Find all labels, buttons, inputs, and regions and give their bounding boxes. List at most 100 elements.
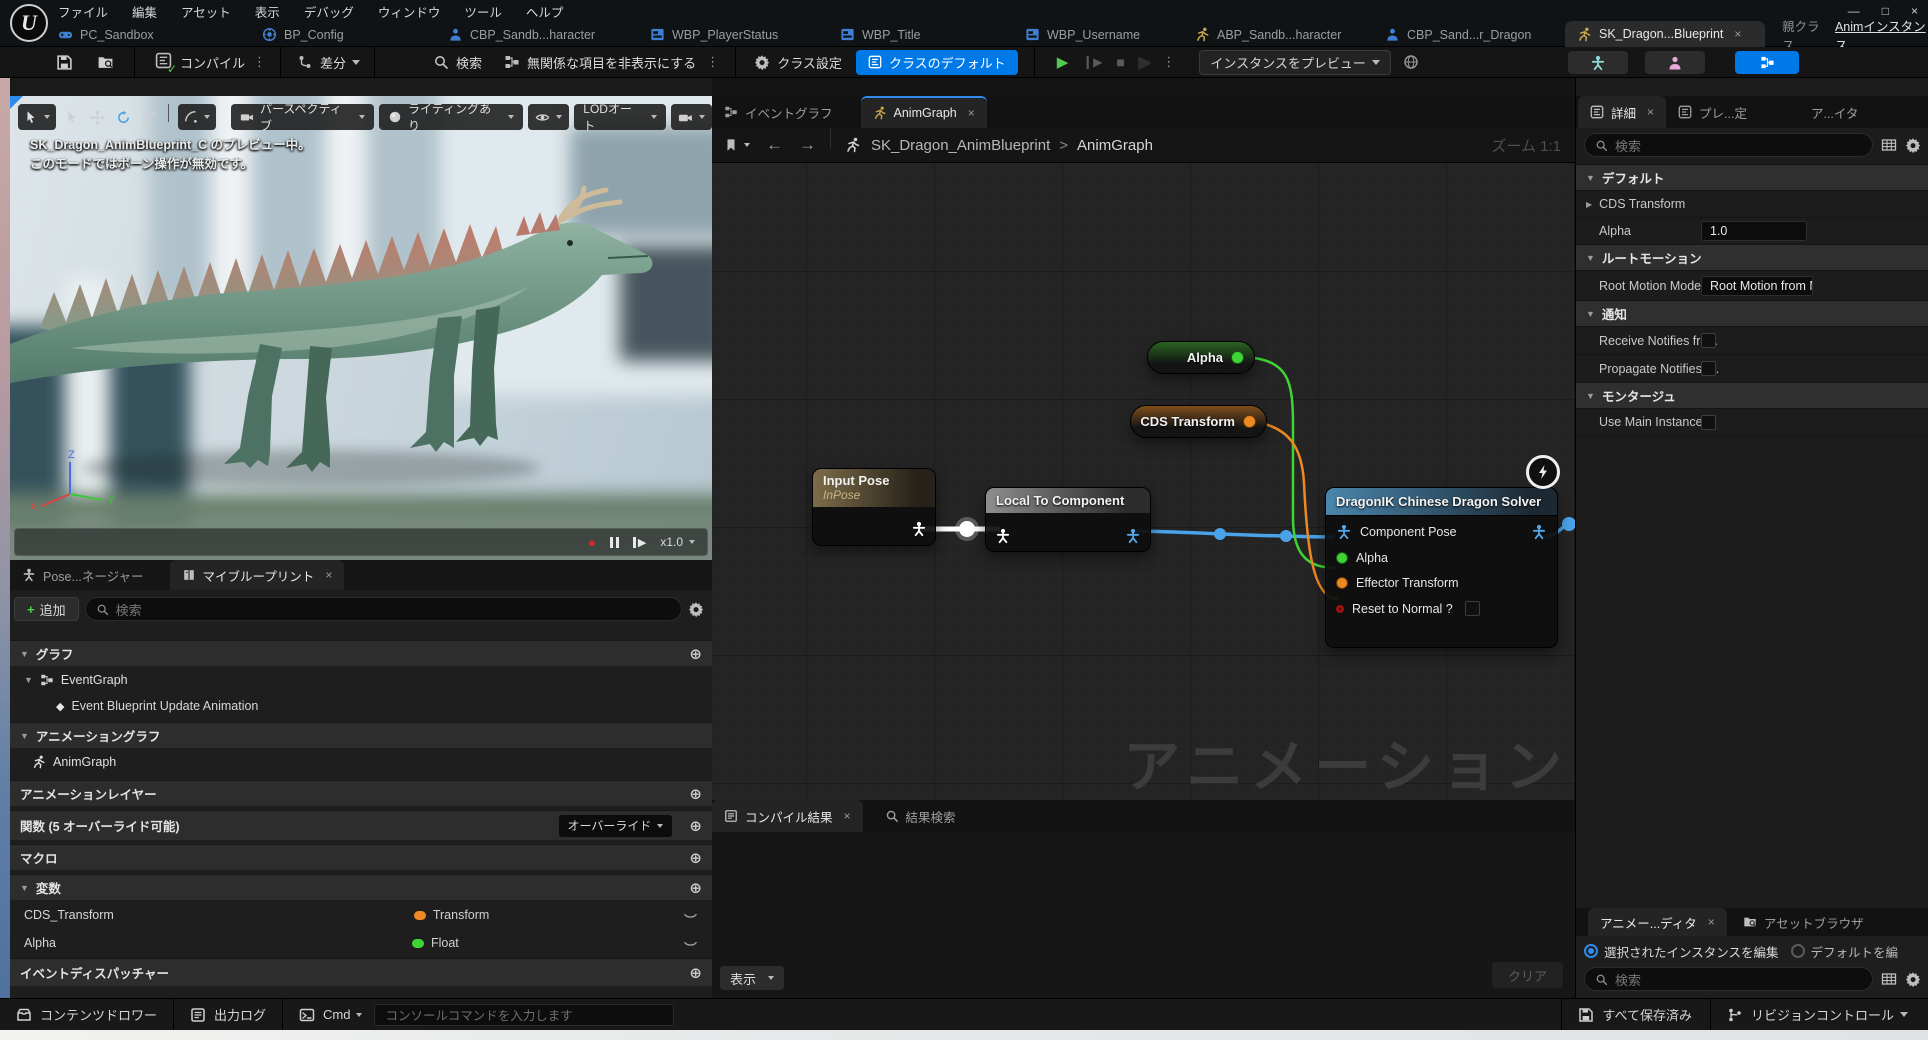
close-icon[interactable]: × [1734,27,1741,41]
bookmark-icon[interactable] [724,138,738,152]
asset-tab-wbp-title[interactable]: WBP_Title [840,22,921,47]
propagate-notifies-checkbox[interactable] [1701,361,1716,376]
section-animation-layers[interactable]: アニメーションレイヤー⊕ [10,780,712,806]
find-button[interactable]: 検索 [456,53,482,72]
asset-tab-wbp-username[interactable]: WBP_Username [1025,22,1140,47]
scale-tool-icon[interactable] [142,110,157,125]
node-input-pose[interactable]: Input Pose InPose [812,468,936,546]
tab-preview-settings[interactable]: プレ...定 [1666,96,1759,128]
close-icon[interactable]: × [968,106,975,120]
grid-view-icon[interactable] [1881,137,1897,153]
pin-alpha-in[interactable] [1336,552,1348,564]
record-button[interactable]: ● [588,535,596,550]
grid-view-icon[interactable] [1881,971,1897,987]
pin-component-pose-out[interactable] [1531,524,1547,540]
section-event-dispatchers[interactable]: イベントディスパッチャー⊕ [10,958,712,986]
breadcrumb[interactable]: SK_Dragon_AnimBlueprint > AnimGraph [871,137,1153,154]
class-defaults-button[interactable]: クラスのデフォルト [856,50,1018,75]
lod-dropdown[interactable]: LODオート [574,104,666,130]
unreal-logo-icon[interactable]: U [10,4,48,42]
section-variables[interactable]: ▼変数⊕ [10,874,712,900]
diff-button[interactable]: 差分 [320,53,346,72]
row-cds-transform[interactable]: ▶CDS Transform [1576,190,1928,217]
use-main-instance-checkbox[interactable] [1701,415,1716,430]
reset-checkbox[interactable] [1465,601,1480,616]
edit-instance-radio[interactable] [1584,944,1598,958]
tab-asset-details[interactable]: ア...イタ [1799,96,1870,128]
playback-speed-dropdown[interactable]: x1.0 [660,535,695,549]
menu-debug[interactable]: デバッグ [304,2,354,21]
add-layer-icon[interactable]: ⊕ [689,785,702,803]
pause-button[interactable] [610,537,619,548]
lighting-dropdown[interactable]: ライティングあり [379,104,523,130]
nav-back-button[interactable]: ← [766,135,783,155]
anim-blueprint-shortcut-button[interactable] [1735,51,1799,74]
close-icon[interactable]: × [844,809,851,823]
section-montage[interactable]: ▼モンタージュ [1576,382,1928,408]
skeletal-mesh-shortcut-button[interactable] [1645,51,1705,74]
section-animation-graphs[interactable]: ▼アニメーショングラフ [10,722,712,748]
console-input[interactable]: コンソールコマンドを入力します [374,1004,674,1026]
close-icon[interactable]: × [1708,915,1715,929]
screenshot-dropdown[interactable] [671,104,712,130]
tab-find-results[interactable]: 結果検索 [873,800,968,832]
content-drawer-button[interactable]: コンテンツドロワー [40,1005,157,1024]
add-graph-icon[interactable]: ⊕ [689,645,702,663]
pin-pose-out[interactable] [1125,528,1141,544]
alpha-value-input[interactable]: 1.0 [1701,221,1807,241]
save-all-button[interactable]: すべて保存済み [1602,1005,1692,1024]
asset-tab-bp-config[interactable]: BP_Config [262,22,344,47]
advance-button[interactable]: ▶ [1139,53,1151,71]
section-default[interactable]: ▼デフォルト [1576,164,1928,190]
row-event-update-animation[interactable]: ◆Event Blueprint Update Animation [56,694,258,718]
pin-pose-out[interactable] [911,521,927,537]
output-log-button[interactable]: 出力ログ [214,1005,266,1024]
section-root-motion[interactable]: ▼ルートモーション [1576,244,1928,270]
pin-component-pose-in[interactable] [1336,524,1352,540]
anim-preview-search-input[interactable]: 検索 [1584,967,1873,991]
row-animgraph[interactable]: AnimGraph [32,750,116,774]
root-motion-mode-dropdown[interactable]: Root Motion from M [1701,276,1813,296]
variable-row-alpha[interactable]: Alpha Float [10,930,712,956]
select-tool-icon[interactable] [65,110,79,124]
node-alpha-getter[interactable]: Alpha [1147,341,1255,374]
section-macros[interactable]: マクロ⊕ [10,844,712,870]
pin-alpha-out[interactable] [1231,351,1244,364]
pin-reset-in[interactable] [1336,605,1344,613]
gear-icon[interactable] [688,601,704,617]
tab-asset-browser[interactable]: アセットブラウザ [1731,908,1876,936]
asset-tab-cbp-sandbox-character[interactable]: CBP_Sandb...haracter [448,22,595,47]
browse-icon[interactable] [97,54,114,71]
revision-control-button[interactable]: リビジョンコントロール [1751,1005,1894,1024]
variable-row-cds-transform[interactable]: CDS_Transform Transform [10,902,712,928]
menu-tools[interactable]: ツール [464,2,502,21]
rotate-tool-icon[interactable] [116,110,131,125]
show-filter-dropdown[interactable]: 表示 [720,966,784,990]
hide-unrelated-button[interactable]: 無関係な項目を非表示にする [527,53,696,72]
add-variable-icon[interactable]: ⊕ [689,879,702,897]
asset-tab-wbp-playerstatus[interactable]: WBP_PlayerStatus [650,22,778,47]
menu-file[interactable]: ファイル [58,2,108,21]
clear-button[interactable]: クリア [1492,962,1563,988]
row-eventgraph[interactable]: ▼EventGraph [24,668,128,692]
tab-event-graph[interactable]: イベントグラフ [712,96,845,128]
play-button[interactable]: ▶ [1057,53,1069,71]
asset-tab-sk-dragon-blueprint[interactable]: SK_Dragon...Blueprint× [1565,21,1765,47]
eye-closed-icon[interactable] [683,936,698,951]
compile-button[interactable]: コンパイル [180,53,245,72]
add-button[interactable]: +追加 [14,597,79,621]
node-dragonik-solver[interactable]: DragonIK Chinese Dragon Solver Component… [1325,487,1558,648]
add-function-icon[interactable]: ⊕ [689,817,702,835]
close-icon[interactable]: × [1647,105,1654,119]
details-search-input[interactable]: 検索 [1584,133,1873,157]
asset-tab-pc-sandbox[interactable]: PC_Sandbox [58,22,154,47]
asset-tab-cbp-sand-dragon[interactable]: CBP_Sand...r_Dragon [1385,22,1531,47]
step-forward-button[interactable]: ▶ [633,536,646,549]
preview-instance-dropdown[interactable]: インスタンスをプレビュー [1199,50,1390,75]
perspective-dropdown[interactable]: パースペクティブ [231,104,374,130]
menu-help[interactable]: ヘルプ [526,2,564,21]
tab-animgraph[interactable]: AnimGraph× [861,96,987,128]
transform-tool-dropdown[interactable] [18,104,56,130]
gear-icon[interactable] [1905,137,1921,153]
node-local-to-component[interactable]: Local To Component [985,487,1151,552]
